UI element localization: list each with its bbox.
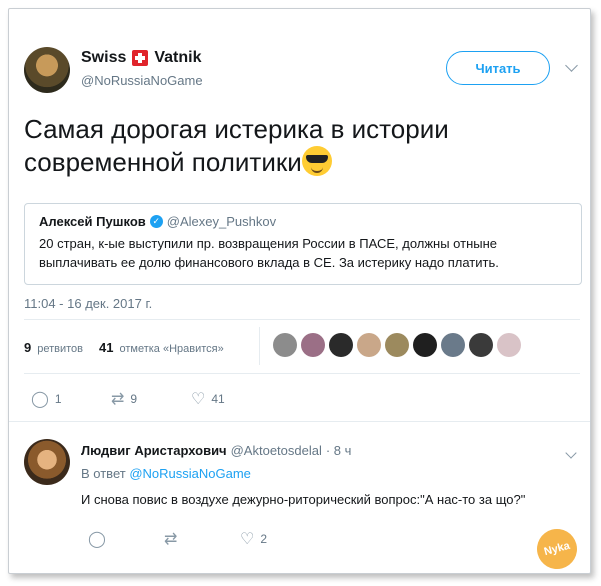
liker-avatar[interactable] <box>301 333 325 357</box>
swiss-flag-icon <box>132 50 149 66</box>
reply-author-handle[interactable]: @Aktoetosdelal <box>231 443 322 458</box>
retweets-label: ретвитов <box>37 343 84 355</box>
likes-label: отметка «Нравится» <box>119 343 224 355</box>
reply-time[interactable]: · 8 ч <box>326 443 352 458</box>
reply-to-handle-link[interactable]: @NoRussiaNoGame <box>129 466 251 481</box>
likes-count[interactable]: 41 <box>99 340 113 355</box>
reply-to: В ответ @NoRussiaNoGame <box>81 466 251 481</box>
verified-badge-icon: ✓ <box>149 215 163 228</box>
sunglasses-emoji-icon <box>301 146 332 176</box>
tweet-text: Самая дорогая истерика в истории совреме… <box>24 113 544 179</box>
watermark-logo: Nyka <box>532 524 582 573</box>
liker-avatar[interactable] <box>413 333 437 357</box>
retweet-action[interactable]: ⇄ <box>164 529 240 549</box>
tweet-actions: ◯ 1 ⇄ 9 ♡ 41 <box>31 389 271 409</box>
liker-avatar[interactable] <box>385 333 409 357</box>
tweet-card: Swiss Vatnik @NoRussiaNoGame Читать Сама… <box>8 8 591 574</box>
reply-icon: ◯ <box>88 531 106 548</box>
liker-avatar[interactable] <box>441 333 465 357</box>
like-count: 2 <box>260 532 268 546</box>
quote-author-handle: @Alexey_Pushkov <box>166 214 277 229</box>
like-count: 41 <box>211 392 225 406</box>
reply-text: И снова повис в воздухе дежурно-риториче… <box>81 492 526 507</box>
author-avatar[interactable] <box>24 47 70 93</box>
heart-icon: ♡ <box>191 391 206 408</box>
liker-avatar[interactable] <box>357 333 381 357</box>
follow-button[interactable]: Читать <box>446 51 550 85</box>
tweet-timestamp[interactable]: 11:04 - 16 дек. 2017 г. <box>24 296 152 311</box>
like-action[interactable]: ♡ 2 <box>240 529 316 549</box>
quote-text: 20 стран, к-ые выступили пр. возвращения… <box>39 236 499 270</box>
liker-avatar[interactable] <box>469 333 493 357</box>
reply-author-name[interactable]: Людвиг Аристархович <box>81 443 227 458</box>
reply-header: Людвиг Аристархович @Aktoetosdelal · 8 ч <box>81 443 351 458</box>
reply-author-avatar[interactable] <box>24 439 70 485</box>
retweet-icon: ⇄ <box>111 391 125 408</box>
author-name[interactable]: Swiss Vatnik <box>81 49 202 67</box>
divider <box>24 319 580 320</box>
retweets-count[interactable]: 9 <box>24 340 31 355</box>
reply-count: 1 <box>54 392 62 406</box>
divider <box>259 327 260 365</box>
quote-header: Алексей Пушков ✓ @Alexey_Pushkov <box>39 214 276 229</box>
author-name-part2: Vatnik <box>154 49 202 66</box>
heart-icon: ♡ <box>240 531 255 548</box>
tweet-text-content: Самая дорогая истерика в истории совреме… <box>24 114 449 177</box>
retweet-count: 9 <box>130 392 138 406</box>
reply-action[interactable]: ◯ <box>88 529 164 549</box>
author-handle[interactable]: @NoRussiaNoGame <box>81 73 203 88</box>
like-action[interactable]: ♡ 41 <box>191 389 271 409</box>
chevron-down-icon[interactable] <box>565 59 578 72</box>
reply-to-label: В ответ <box>81 466 126 481</box>
liker-avatars <box>273 333 521 357</box>
liker-avatar[interactable] <box>497 333 521 357</box>
engagement-stats: 9 ретвитов 41 отметка «Нравится» <box>24 340 224 355</box>
liker-avatar[interactable] <box>273 333 297 357</box>
reply-icon: ◯ <box>31 391 49 408</box>
divider <box>9 421 590 422</box>
author-name-part1: Swiss <box>81 49 127 66</box>
divider <box>24 373 580 374</box>
quoted-tweet[interactable]: Алексей Пушков ✓ @Alexey_Pushkov 20 стра… <box>24 203 582 285</box>
retweet-icon: ⇄ <box>164 531 178 548</box>
quote-author-name: Алексей Пушков <box>39 214 146 229</box>
liker-avatar[interactable] <box>329 333 353 357</box>
chevron-down-icon[interactable] <box>565 447 577 459</box>
reply-action[interactable]: ◯ 1 <box>31 389 111 409</box>
retweet-action[interactable]: ⇄ 9 <box>111 389 191 409</box>
reply-actions: ◯ ⇄ ♡ 2 <box>88 529 316 549</box>
